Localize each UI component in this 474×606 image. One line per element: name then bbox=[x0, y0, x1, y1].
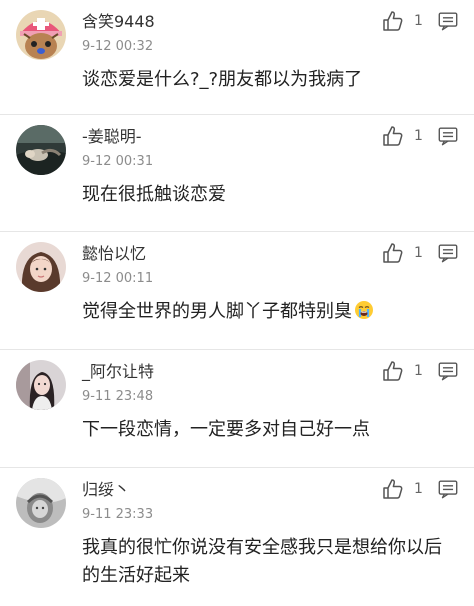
comment-icon[interactable] bbox=[437, 360, 459, 382]
thumbs-up-icon[interactable] bbox=[381, 241, 405, 265]
like-count: 1 bbox=[414, 128, 423, 144]
photo-avatar-icon bbox=[16, 478, 66, 528]
avatar[interactable] bbox=[16, 478, 66, 528]
comment-item: _阿尔让特 9-11 23:48 下一段恋情，一定要多对自己好一点 1 bbox=[0, 350, 474, 468]
comment-text-content: 觉得全世界的男人脚丫子都特别臭 bbox=[82, 301, 352, 322]
crying-face-emoji bbox=[355, 301, 373, 319]
comment-item: -姜聪明- 9-12 00:31 现在很抵触谈恋爱 1 bbox=[0, 115, 474, 232]
cartoon-character-avatar-icon bbox=[16, 10, 66, 60]
photo-avatar-icon bbox=[16, 360, 66, 410]
photo-avatar-icon bbox=[16, 242, 66, 292]
comment-icon[interactable] bbox=[437, 478, 459, 500]
like-count: 1 bbox=[414, 245, 423, 261]
username[interactable]: -姜聪明- bbox=[82, 127, 142, 147]
thumbs-up-icon[interactable] bbox=[381, 477, 405, 501]
like-count: 1 bbox=[414, 13, 423, 29]
comment-text: 觉得全世界的男人脚丫子都特别臭 bbox=[82, 298, 452, 326]
thumbs-up-icon[interactable] bbox=[381, 124, 405, 148]
timestamp: 9-11 23:33 bbox=[82, 507, 154, 522]
thumbs-up-icon[interactable] bbox=[381, 359, 405, 383]
comment-text: 谈恋爱是什么?_?朋友都以为我病了 bbox=[82, 69, 363, 90]
username[interactable]: _阿尔让特 bbox=[82, 362, 154, 382]
avatar[interactable] bbox=[16, 242, 66, 292]
username[interactable]: 归绥丶 bbox=[82, 480, 130, 500]
avatar[interactable] bbox=[16, 360, 66, 410]
comment-text: 现在很抵触谈恋爱 bbox=[82, 184, 226, 205]
comment-item: 归绥丶 9-11 23:33 我真的很忙你说没有安全感我只是想给你以后的生活好起… bbox=[0, 468, 474, 606]
comment-item: 懿怡以忆 9-12 00:11 觉得全世界的男人脚丫子都特别臭 1 bbox=[0, 232, 474, 350]
comment-icon[interactable] bbox=[437, 10, 459, 32]
comment-text: 下一段恋情，一定要多对自己好一点 bbox=[82, 419, 370, 440]
username[interactable]: 懿怡以忆 bbox=[82, 244, 146, 264]
comment-text: 我真的很忙你说没有安全感我只是想给你以后的生活好起来 bbox=[82, 537, 442, 586]
comment-icon[interactable] bbox=[437, 125, 459, 147]
timestamp: 9-12 00:32 bbox=[82, 39, 154, 54]
comment-list: 含笑9448 9-12 00:32 谈恋爱是什么?_?朋友都以为我病了 1 -姜… bbox=[0, 0, 474, 606]
comment-icon[interactable] bbox=[437, 242, 459, 264]
avatar[interactable] bbox=[16, 125, 66, 175]
avatar[interactable] bbox=[16, 10, 66, 60]
timestamp: 9-11 23:48 bbox=[82, 389, 154, 404]
thumbs-up-icon[interactable] bbox=[381, 9, 405, 33]
photo-avatar-icon bbox=[16, 125, 66, 175]
timestamp: 9-12 00:11 bbox=[82, 271, 154, 286]
timestamp: 9-12 00:31 bbox=[82, 154, 154, 169]
like-count: 1 bbox=[414, 481, 423, 497]
like-count: 1 bbox=[414, 363, 423, 379]
username[interactable]: 含笑9448 bbox=[82, 12, 155, 32]
comment-item: 含笑9448 9-12 00:32 谈恋爱是什么?_?朋友都以为我病了 1 bbox=[0, 0, 474, 115]
